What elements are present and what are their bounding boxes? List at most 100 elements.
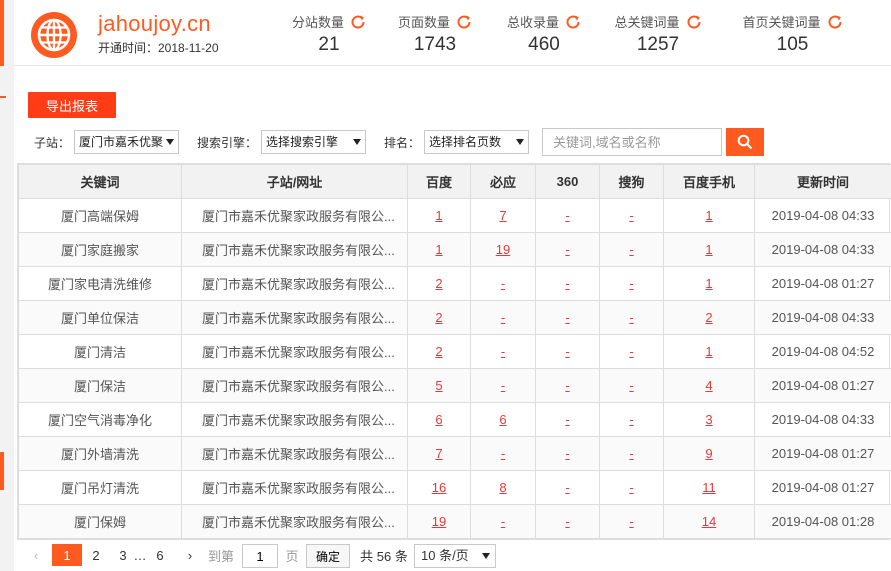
baidu-mobile-rank: 1 [663,198,755,233]
rank-link[interactable]: 16 [432,480,446,495]
table-row: 厦门空气消毒净化 厦门市嘉禾优聚家政服务有限公... 6 6 - - 3 2019-04-08… [18,402,891,437]
page-3-button[interactable]: 3 [115,544,131,566]
rank-link[interactable]: - [629,276,633,291]
rank-link[interactable]: - [565,446,569,461]
rank-link[interactable]: - [565,208,569,223]
rank-link[interactable]: - [501,378,505,393]
rank-link[interactable]: - [629,378,633,393]
col-baidu-mobile[interactable]: 百度手机 [663,164,755,199]
rank-link[interactable]: - [501,446,505,461]
rank-link[interactable]: 1 [705,208,712,223]
rank-link[interactable]: - [629,446,633,461]
col-updated[interactable]: 更新时间 [754,164,891,199]
keyword-cell: 厦门空气消毒净化 [18,402,182,437]
rank-link[interactable]: 2 [435,276,442,291]
table-row: 厦门外墙清洗 厦门市嘉禾优聚家政服务有限公... 7 - - - 9 2019-04-08 0… [18,436,891,471]
engine-select[interactable]: 选择搜索引擎 [261,130,366,154]
rank-link[interactable]: - [629,412,633,427]
goto-page-input[interactable] [242,544,278,568]
prev-page-button[interactable]: ‹ [28,544,44,566]
baidu-rank: 1 [407,198,471,233]
rank-link[interactable]: 2 [435,310,442,325]
rank-link[interactable]: - [501,514,505,529]
baidu-rank: 2 [407,266,471,301]
keyword-cell: 厦门单位保洁 [18,300,182,335]
rank-360: - [535,334,600,369]
rank-link[interactable]: 1 [435,242,442,257]
col-baidu[interactable]: 百度 [407,164,471,199]
refresh-icon[interactable] [565,14,581,30]
sogou-rank: - [599,334,664,369]
rank-link[interactable]: 3 [705,412,712,427]
rank-link[interactable]: - [629,514,633,529]
page-size-select[interactable]: 10 条/页 [414,544,496,568]
rank-link[interactable]: - [629,480,633,495]
rank-link[interactable]: - [501,344,505,359]
rank-link[interactable]: - [565,242,569,257]
rank-link[interactable]: 2 [705,310,712,325]
page-1-button[interactable]: 1 [52,544,82,566]
rank-link[interactable]: 7 [499,208,506,223]
rank-link[interactable]: 4 [705,378,712,393]
col-bing[interactable]: 必应 [470,164,536,199]
page-2-button[interactable]: 2 [88,544,104,566]
col-keyword[interactable]: 关键词 [18,164,182,199]
site-name: jahoujoy.cn [98,11,211,36]
rank-link[interactable]: 2 [435,344,442,359]
col-360[interactable]: 360 [535,164,600,199]
rank-link[interactable]: - [565,412,569,427]
rank-link[interactable]: - [629,242,633,257]
search-button[interactable] [726,128,764,156]
engine-label: 搜索引擎： [197,136,258,150]
substation-select[interactable]: 厦门市嘉禾优聚 [74,130,179,154]
refresh-icon[interactable] [686,14,702,30]
confirm-goto-button[interactable]: 确定 [306,544,350,568]
baidu-mobile-rank: 1 [663,232,755,267]
rank-link[interactable]: - [501,310,505,325]
keyword-cell: 厦门保洁 [18,368,182,403]
rank-link[interactable]: 9 [705,446,712,461]
rank-link[interactable]: 11 [702,480,716,495]
rank-select[interactable]: 选择排名页数 [424,130,529,154]
rank-link[interactable]: 14 [702,514,716,529]
nav-accent-bottom [0,452,4,490]
rank-link[interactable]: - [629,208,633,223]
next-page-button[interactable]: › [182,544,198,566]
sogou-rank: - [599,198,664,233]
refresh-icon[interactable] [456,14,472,30]
page-6-button[interactable]: 6 [152,544,168,566]
rank-link[interactable]: 1 [705,344,712,359]
rank-link[interactable]: 19 [432,514,446,529]
updated-time: 2019-04-08 04:33 [754,402,891,437]
rank-link[interactable]: 8 [499,480,506,495]
rank-link[interactable]: 7 [435,446,442,461]
rank-link[interactable]: - [565,514,569,529]
search-input[interactable] [542,128,722,156]
rank-link[interactable]: - [565,378,569,393]
rank-link[interactable]: 19 [496,242,510,257]
refresh-icon[interactable] [350,14,366,30]
substation-label: 子站： [34,136,71,150]
rank-link[interactable]: - [629,310,633,325]
rank-link[interactable]: 1 [705,242,712,257]
rank-link[interactable]: - [565,480,569,495]
rank-link[interactable]: - [565,344,569,359]
col-sogou[interactable]: 搜狗 [599,164,664,199]
site-cell: 厦门市嘉禾优聚家政服务有限公... [181,334,408,369]
export-report-button[interactable]: 导出报表 [28,92,116,118]
rank-link[interactable]: 1 [705,276,712,291]
rank-select-value: 选择排名页数 [429,135,502,149]
rank-link[interactable]: 5 [435,378,442,393]
site-cell: 厦门市嘉禾优聚家政服务有限公... [181,368,408,403]
rank-link[interactable]: - [565,276,569,291]
rank-link[interactable]: 6 [435,412,442,427]
rank-link[interactable]: 1 [435,208,442,223]
stat-value: 105 [776,34,809,55]
rank-link[interactable]: - [501,276,505,291]
rank-link[interactable]: - [629,344,633,359]
col-site[interactable]: 子站/网址 [181,164,408,199]
refresh-icon[interactable] [827,14,843,30]
baidu-mobile-rank: 1 [663,334,755,369]
rank-link[interactable]: 6 [499,412,506,427]
rank-link[interactable]: - [565,310,569,325]
